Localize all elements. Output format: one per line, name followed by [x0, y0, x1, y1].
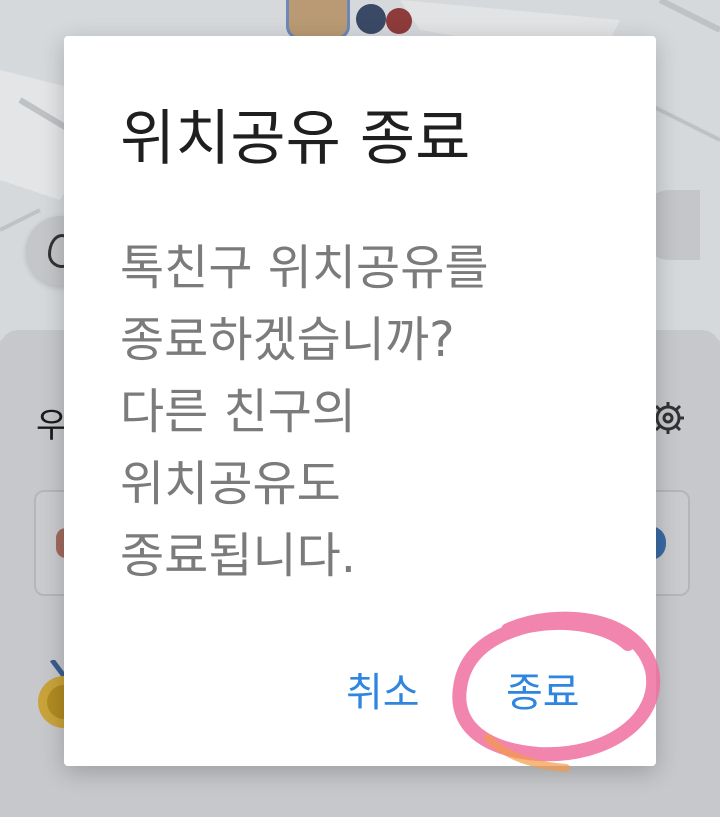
- end-button[interactable]: 종료: [506, 666, 580, 720]
- message-line: 위치공유도: [120, 456, 341, 512]
- end-location-sharing-dialog: 위치공유 종료 톡친구 위치공유를 종료하겠습니까? 다른 친구의 위치공유도 …: [64, 36, 656, 766]
- map-photo-marker[interactable]: [286, 0, 350, 40]
- bottom-sheet-title: 우: [36, 406, 68, 446]
- message-line: 종료하겠습니까?: [120, 312, 455, 368]
- dialog-message: 톡친구 위치공유를 종료하겠습니까? 다른 친구의 위치공유도 종료됩니다.: [120, 232, 620, 592]
- message-line: 톡친구 위치공유를: [120, 240, 489, 296]
- map-friend-badge[interactable]: [356, 4, 386, 34]
- dialog-title: 위치공유 종료: [120, 104, 471, 174]
- cancel-button[interactable]: 취소: [346, 666, 420, 720]
- screen: 우 위치공유 종료 톡친구 위치공유를 종료하겠습니까? 다른 친구의 위치공유…: [0, 0, 720, 817]
- message-line: 다른 친구의: [120, 384, 357, 440]
- message-line: 종료됩니다.: [120, 528, 357, 584]
- map-friend-badge-red[interactable]: [386, 8, 412, 34]
